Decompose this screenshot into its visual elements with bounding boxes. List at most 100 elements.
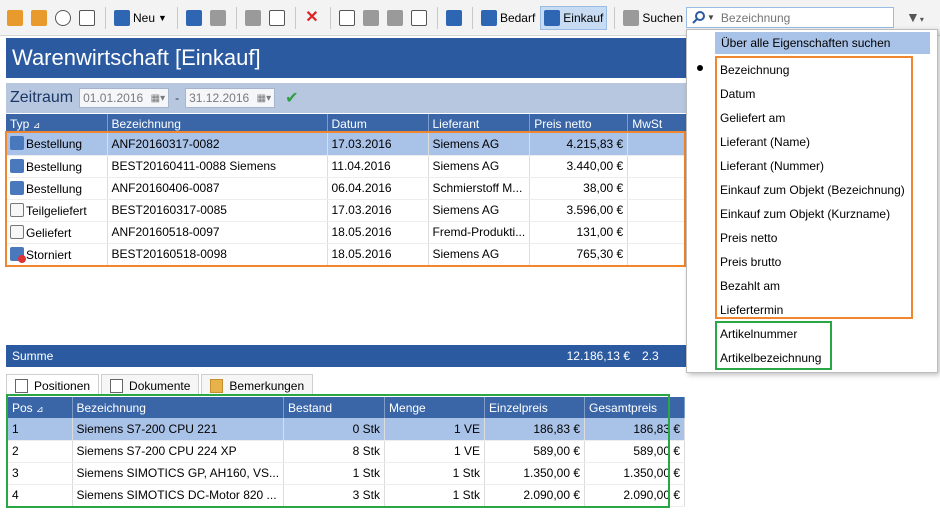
pos-bestand: 0 Stk (283, 418, 386, 441)
date-from-field[interactable]: 01.01.2016 ▦▾ (79, 88, 170, 108)
cancelled-icon (10, 246, 26, 263)
tab-label: Bemerkungen (229, 378, 305, 393)
copy-icon (338, 9, 355, 26)
copy-button[interactable] (336, 6, 358, 30)
order-icon (10, 158, 24, 173)
pos-gesamtpreis: 589,00 € (584, 440, 686, 463)
pos-bezeichnung: Siemens SIMOTICS DC-Motor 820 ... (72, 484, 285, 507)
row-preis: 3.440,00 € (529, 155, 629, 178)
printer-icon (244, 9, 261, 26)
search-input[interactable] (720, 10, 891, 25)
row-lieferant: Siemens AG (428, 199, 531, 222)
pos-bestand: 3 Stk (283, 484, 386, 507)
order-icon (10, 180, 24, 195)
document-check-button[interactable] (408, 6, 430, 30)
row-bezeichnung: ANF20160518-0097 (107, 221, 328, 244)
summe-value: 12.186,13 € (566, 349, 630, 363)
toolbar-separator (235, 6, 237, 29)
pos-menge: 1 VE (384, 440, 486, 463)
row-preis: 3.596,00 € (529, 199, 629, 222)
dropdown-green-highlight (715, 321, 832, 370)
column-header-pos[interactable]: Pos ⊿ (8, 397, 73, 418)
table-row[interactable]: 1 Siemens S7-200 CPU 221 0 Stk 1 VE 186,… (8, 418, 686, 441)
column-header-bezeichnung[interactable]: Bezeichnung (107, 114, 328, 133)
bedarf-label: Bedarf (499, 10, 536, 25)
pos-number: 1 (8, 418, 73, 441)
flag-button[interactable] (360, 6, 382, 30)
summe-mwst: 2.3 (642, 349, 659, 363)
table-row[interactable]: 2 Siemens S7-200 CPU 224 XP 8 Stk 1 VE 5… (8, 440, 686, 463)
pos-bezeichnung: Siemens SIMOTICS GP, AH160, VS... (72, 462, 285, 485)
row-datum: 17.03.2016 (327, 133, 429, 156)
einkauf-button[interactable]: Einkauf (540, 5, 608, 30)
delivered-icon (10, 224, 24, 239)
row-preis: 765,30 € (529, 243, 629, 266)
dropdown-all-properties[interactable]: Über alle Eigenschaften suchen (715, 32, 930, 54)
bedarf-button[interactable]: Bedarf (478, 6, 538, 30)
tab-bemerkungen[interactable]: Bemerkungen (201, 374, 314, 396)
binoculars-icon (623, 9, 640, 26)
column-header-bestand[interactable]: Bestand (283, 397, 386, 418)
column-header-typ[interactable]: Typ ⊿ (6, 114, 108, 133)
toolbar-separator (329, 6, 331, 29)
row-lieferant: Siemens AG (428, 155, 531, 178)
cart-list-button[interactable] (443, 6, 465, 30)
pos-bezeichnung: Siemens S7-200 CPU 224 XP (72, 440, 285, 463)
positions-header-row: Pos ⊿ Bezeichnung Bestand Menge Einzelpr… (8, 397, 686, 418)
row-typ: Bestellung (26, 159, 83, 174)
column-header-bezeichnung[interactable]: Bezeichnung (72, 397, 285, 418)
folder-delete-icon (31, 9, 47, 26)
column-header-datum[interactable]: Datum (327, 114, 429, 133)
clock-24-button[interactable] (52, 6, 74, 30)
delete-folder-button[interactable] (28, 6, 50, 30)
delete-button[interactable]: ✕ (301, 6, 323, 30)
pos-number: 3 (8, 462, 73, 485)
tab-dokumente[interactable]: Dokumente (101, 374, 200, 396)
table-row[interactable]: 3 Siemens SIMOTICS GP, AH160, VS... 1 St… (8, 462, 686, 485)
apply-check-icon[interactable]: ✔ (285, 88, 298, 108)
row-bezeichnung: BEST20160317-0085 (107, 199, 328, 222)
print-preview-button[interactable] (266, 6, 288, 30)
calendar-icon[interactable]: ▦▾ (151, 93, 165, 104)
folder-icon (210, 378, 224, 393)
new-button[interactable]: Neu ▼ (111, 6, 170, 30)
column-header-lieferant[interactable]: Lieferant (428, 114, 531, 133)
einkauf-label: Einkauf (563, 10, 604, 25)
row-lieferant: Schmierstoff M... (428, 177, 531, 200)
edit-icon (185, 9, 202, 26)
row-bezeichnung: BEST20160518-0098 (107, 243, 328, 266)
indent-button[interactable] (384, 6, 406, 30)
column-header-gesamtpreis[interactable]: Gesamtpreis (584, 397, 686, 418)
date-to-value: 31.12.2016 (189, 91, 250, 105)
pos-gesamtpreis: 186,83 € (584, 418, 686, 441)
suchen-button[interactable]: Suchen (620, 6, 686, 30)
clock-24-icon (55, 9, 71, 26)
comment-button[interactable] (76, 6, 98, 30)
filter-button[interactable]: ▼▾ (906, 9, 924, 25)
column-header-menge[interactable]: Menge (384, 397, 486, 418)
tab-label: Dokumente (129, 378, 191, 393)
print-button[interactable] (242, 6, 264, 30)
search-box[interactable]: ▼ (686, 7, 894, 28)
link-button[interactable] (207, 6, 229, 30)
toolbar-separator (105, 6, 106, 29)
print-preview-icon (268, 9, 285, 26)
calendar-icon[interactable]: ▦▾ (257, 93, 271, 104)
pos-einzelpreis: 2.090,00 € (484, 484, 586, 507)
cart-list-icon (445, 9, 462, 26)
row-bezeichnung: ANF20160317-0082 (107, 133, 328, 156)
suchen-label: Suchen (642, 10, 684, 25)
zeitraum-label: Zeitraum (10, 89, 74, 106)
sort-asc-icon: ⊿ (36, 403, 44, 414)
column-header-einzelpreis[interactable]: Einzelpreis (484, 397, 586, 418)
tab-positionen[interactable]: Positionen (6, 374, 100, 396)
search-icon (692, 10, 705, 24)
edit-button[interactable] (183, 6, 205, 30)
filter-icon: ▼ (906, 9, 920, 25)
page-title: Warenwirtschaft [Einkauf] (6, 38, 686, 78)
table-row[interactable]: 4 Siemens SIMOTICS DC-Motor 820 ... 3 St… (8, 484, 686, 507)
folder-icon-button[interactable] (4, 6, 26, 30)
dropdown-orange-highlight (715, 56, 913, 319)
column-header-preis-netto[interactable]: Preis netto (529, 114, 629, 133)
date-to-field[interactable]: 31.12.2016 ▦▾ (185, 88, 276, 108)
